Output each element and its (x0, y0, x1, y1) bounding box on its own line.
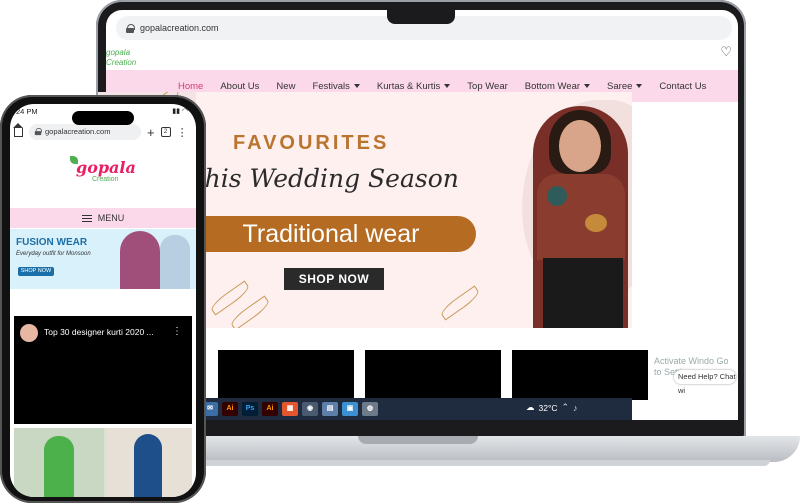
nav-top-wear[interactable]: Top Wear (467, 81, 507, 92)
device-mockup-stage: gopalacreation.com gopala Creation ♡ Hom… (0, 0, 800, 503)
banner-subtitle: Everyday outfit for Monsoon (16, 251, 91, 257)
banner-shop-now-button[interactable]: SHOP NOW (18, 267, 54, 276)
illustrator-icon[interactable]: Ai (262, 402, 278, 416)
camera-notch (387, 10, 455, 24)
more-menu-icon[interactable]: ⋮ (177, 126, 188, 139)
banner-title: FUSION WEAR (16, 237, 88, 248)
hero-heading: FAVOURITES (233, 132, 390, 154)
nav-contact-us[interactable]: Contact Us (659, 81, 706, 92)
photoshop-icon[interactable]: Ps (242, 402, 258, 416)
mobile-address-bar[interactable]: gopalacreation.com (29, 124, 141, 140)
nav-about-us[interactable]: About Us (220, 81, 259, 92)
nav-bottom-wear-label: Bottom Wear (524, 80, 581, 92)
video-title[interactable]: Top 30 designer kurti 2020 ... (44, 327, 154, 337)
new-tab-plus-icon[interactable]: + (147, 125, 155, 140)
nav-festivals-label: Festivals (312, 80, 350, 92)
volume-icon[interactable]: ♪ (573, 403, 578, 413)
logo-subtext: Creation (92, 176, 119, 183)
model-skirt (543, 258, 623, 328)
chrome-icon[interactable]: ◉ (302, 402, 318, 416)
product-photo-strip (14, 428, 192, 497)
banner-model-image (160, 235, 190, 289)
settings-gear-icon[interactable]: ◍ (362, 402, 378, 416)
shop-now-button[interactable]: SHOP NOW (284, 268, 384, 290)
photos-icon[interactable]: ▣ (342, 402, 358, 416)
model-face (559, 120, 601, 172)
video-thumbnail[interactable] (512, 350, 648, 400)
weather-cloud-icon[interactable]: ☁ (526, 402, 535, 413)
phone-screen: 24 PM ▮▮ ◠ gopalacreation.com + 2 ⋮ gopa… (10, 104, 196, 497)
model-image (533, 106, 628, 328)
laptop-trackpad-lip (358, 436, 478, 444)
system-tray: ☁ 32°C ⌃ ♪ (526, 402, 578, 413)
mobile-menu-button[interactable]: MENU (10, 208, 196, 228)
chevron-down-icon (353, 83, 360, 88)
lock-icon (126, 23, 135, 33)
wishlist-heart-icon[interactable]: ♡ (720, 44, 732, 60)
video-more-icon[interactable]: ⋮ (172, 326, 182, 337)
hamburger-icon (81, 214, 92, 222)
model-top (537, 174, 625, 260)
video-thumbnail[interactable] (218, 350, 354, 400)
nav-saree-label: Saree (607, 80, 633, 92)
product-photo-green-kurti[interactable] (14, 428, 104, 497)
video-thumbnail[interactable] (365, 350, 501, 400)
nav-festivals[interactable]: Festivals (312, 80, 360, 92)
lock-icon (34, 127, 43, 136)
mobile-url-text: gopalacreation.com (45, 127, 111, 136)
nav-kurtas-kurtis[interactable]: Kurtas & Kurtis (376, 80, 451, 92)
illustrator-icon[interactable]: Ai (222, 402, 238, 416)
leaf-decoration (438, 285, 482, 321)
banner-model-image (120, 231, 160, 289)
tab-count-button[interactable]: 2 (160, 127, 171, 137)
nav-kurtas-label: Kurtas & Kurtis (376, 80, 441, 92)
channel-avatar[interactable] (20, 324, 38, 342)
chevron-down-icon (584, 83, 591, 88)
fusion-wear-banner[interactable]: FUSION WEAR Everyday outfit for Monsoon … (10, 229, 196, 289)
home-icon[interactable] (13, 122, 23, 137)
notes-icon[interactable]: ▤ (322, 402, 338, 416)
nav-saree[interactable]: Saree (607, 80, 643, 92)
chevron-down-icon (636, 83, 643, 88)
chevron-down-icon (444, 83, 451, 88)
temperature-readout: 32°C (538, 402, 558, 413)
embedded-video-player[interactable]: Top 30 designer kurti 2020 ... ⋮ (14, 316, 192, 424)
hero-script-title: This Wedding Season (188, 164, 459, 193)
mobile-site-logo[interactable]: gopala Creation (70, 154, 140, 190)
chat-help-button[interactable]: Need Help? Chat wi (674, 370, 736, 395)
logo-wordmark: gopala (76, 158, 136, 177)
menu-label: MENU (97, 213, 125, 223)
nav-home[interactable]: Home (178, 81, 203, 92)
product-photo-blue-kurti[interactable] (106, 428, 192, 497)
status-time: 24 PM (16, 107, 38, 116)
site-logo[interactable]: gopala Creation (106, 48, 136, 70)
app-grid-icon[interactable]: ▦ (282, 402, 298, 416)
url-text: gopalacreation.com (140, 23, 219, 33)
dynamic-island (72, 111, 134, 125)
hero-category-pill: Traditional wear (186, 216, 476, 252)
nav-new[interactable]: New (276, 81, 295, 92)
nav-bottom-wear[interactable]: Bottom Wear (524, 80, 591, 92)
tray-chevron-up-icon[interactable]: ⌃ (562, 402, 570, 413)
status-icons: ▮▮ ◠ (172, 108, 188, 115)
